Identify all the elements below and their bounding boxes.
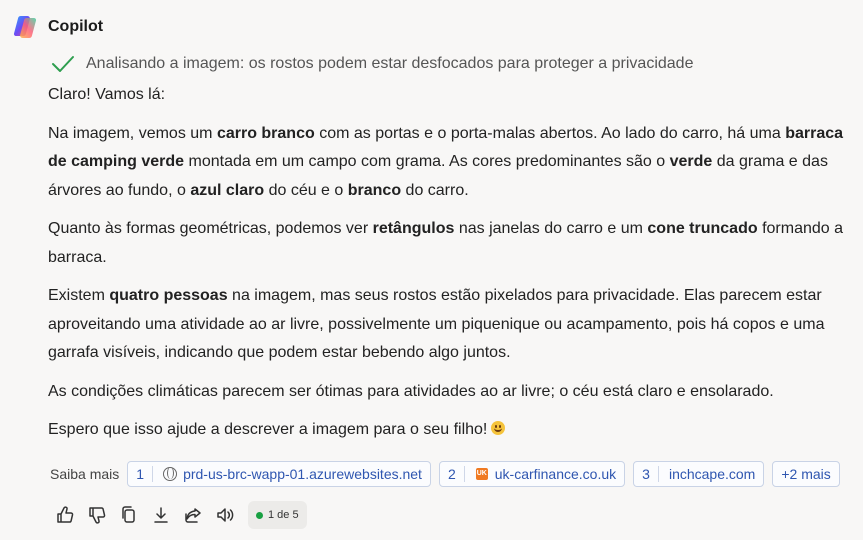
share-button[interactable] (182, 504, 204, 526)
source-domain: prd-us-brc-wapp-01.azurewebsites.net (183, 466, 422, 482)
smiling-face-icon (491, 421, 506, 435)
copilot-response: Claro! Vamos lá: Na imagem, vemos um car… (48, 81, 848, 445)
download-icon (154, 507, 168, 523)
source-domain: uk-carfinance.co.uk (494, 466, 617, 482)
response-actions: 1 de 5 (54, 501, 307, 529)
uk-carfinance-favicon-icon: UK (475, 467, 489, 481)
read-aloud-button[interactable] (214, 504, 236, 526)
paragraph-description: Na imagem, vemos um carro branco com as … (48, 124, 844, 199)
copy-button[interactable] (118, 504, 140, 526)
paragraph-people: Existem quatro pessoas na imagem, mas se… (48, 287, 825, 361)
source-link-3[interactable]: 3 inchcape.com (633, 461, 765, 487)
source-number: 2 (448, 466, 465, 482)
checkmark-icon (52, 56, 74, 72)
status-text: Analisando a imagem: os rostos podem est… (86, 55, 694, 72)
copilot-logo-icon (13, 15, 37, 39)
more-sources-button[interactable]: +2 mais (772, 461, 840, 487)
source-number: 1 (136, 466, 154, 482)
paragraph-shapes: Quanto às formas geométricas, podemos ve… (48, 220, 844, 266)
download-button[interactable] (150, 504, 172, 526)
source-number: 3 (642, 466, 659, 482)
response-counter: 1 de 5 (248, 501, 307, 529)
image-analysis-status: Analisando a imagem: os rostos podem est… (50, 54, 693, 74)
source-link-1[interactable]: 1 prd-us-brc-wapp-01.azurewebsites.net (127, 461, 431, 487)
read-aloud-icon (217, 508, 234, 522)
status-dot-icon (256, 511, 263, 519)
header: Copilot (12, 14, 103, 40)
sources-bar: Saiba mais 1 prd-us-brc-wapp-01.azureweb… (50, 461, 848, 487)
thumbs-up-icon (57, 506, 74, 523)
source-domain: inchcape.com (668, 466, 756, 482)
share-icon (185, 508, 201, 523)
paragraph-closing: Espero que isso ajude a descrever a imag… (48, 416, 848, 445)
app-title: Copilot (48, 18, 104, 35)
thumbs-down-icon (89, 507, 106, 524)
thumbs-down-button[interactable] (86, 504, 108, 526)
copy-icon (122, 506, 135, 523)
paragraph-weather: As condições climáticas parecem ser ótim… (48, 382, 774, 400)
learn-more-label: Saiba mais (50, 466, 120, 482)
intro-text: Claro! Vamos lá: (48, 86, 166, 103)
response-count-text: 1 de 5 (268, 509, 299, 521)
thumbs-up-button[interactable] (54, 504, 76, 526)
globe-icon (163, 467, 178, 481)
source-link-2[interactable]: 2 UK uk-carfinance.co.uk (438, 461, 626, 487)
